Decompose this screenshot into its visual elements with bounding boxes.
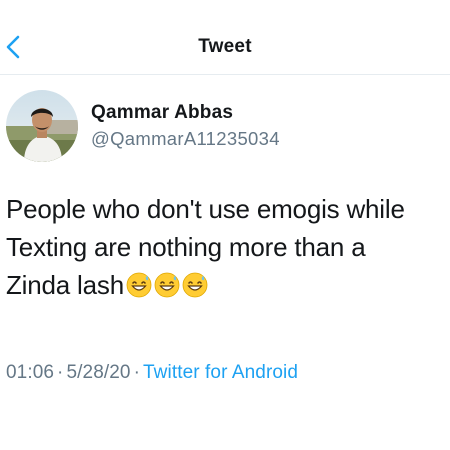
tweet-time: 01:06 (6, 362, 55, 383)
tweet-line-last: Zinda lash (6, 266, 446, 304)
page-title: Tweet (198, 36, 252, 57)
tweet-line: People who don't use emogis while (6, 194, 405, 224)
tweet-meta: 01:06 · 5/28/20 · Twitter for Android (6, 362, 298, 384)
grinning-face-with-sweat-icon (126, 272, 152, 298)
user-avatar-icon (6, 90, 78, 162)
tweet-line-text: Zinda lash (6, 270, 124, 300)
top-bar: Tweet (0, 0, 450, 75)
tweet-detail-screen: Tweet Qammar Abbas @QammarA11235034 Peop… (0, 0, 450, 450)
grinning-face-with-sweat-icon (182, 272, 208, 298)
avatar[interactable] (6, 90, 78, 162)
tweet-line: Texting are nothing more than a (6, 232, 366, 262)
user-handle[interactable]: @QammarA11235034 (91, 128, 280, 150)
author-block: Qammar Abbas @QammarA11235034 (6, 88, 446, 166)
display-name[interactable]: Qammar Abbas (91, 102, 233, 124)
meta-separator: · (57, 362, 64, 383)
grinning-face-with-sweat-icon (154, 272, 180, 298)
tweet-source-link[interactable]: Twitter for Android (143, 362, 298, 383)
tweet-date: 5/28/20 (66, 362, 131, 383)
tweet-text: People who don't use emogis while Textin… (6, 190, 446, 304)
meta-separator: · (133, 362, 141, 383)
